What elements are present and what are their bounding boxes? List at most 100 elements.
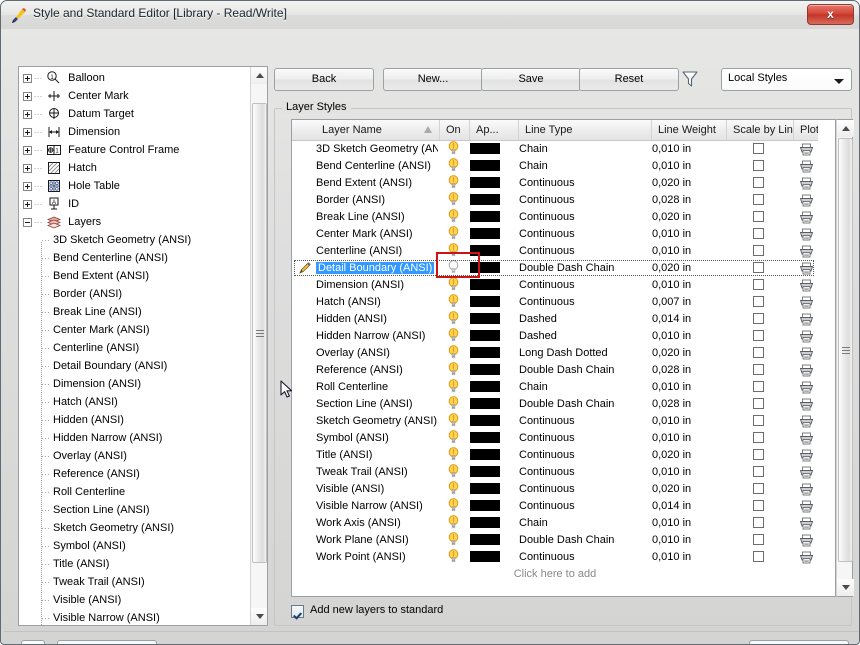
cell-plot[interactable] [794,175,818,192]
scale-by-line-checkbox[interactable] [752,193,764,205]
color-swatch[interactable] [470,550,500,562]
cell-on-toggle[interactable] [440,396,467,413]
cell-layer-name[interactable]: Hidden Narrow (ANSI) [316,328,438,345]
tree-item-layers[interactable]: ··· Layers [19,213,252,231]
cell-appearance-color[interactable] [470,243,514,260]
tree-item-visible[interactable]: ··· Visible (ANSI) [19,591,252,609]
cell-scale-by-line[interactable] [727,345,789,362]
lightbulb-on-icon[interactable] [447,447,460,462]
color-swatch[interactable] [470,159,500,171]
cell-on-toggle[interactable] [440,328,467,345]
printer-icon[interactable] [799,551,814,564]
scale-by-line-checkbox[interactable] [752,414,764,426]
printer-icon[interactable] [799,296,814,309]
grid-body[interactable]: 3D Sketch Geometry (ANSI) Chain0,010 in … [292,141,818,596]
cell-plot[interactable] [794,192,818,209]
cell-scale-by-line[interactable] [727,498,789,515]
cell-plot[interactable] [794,141,818,158]
scale-by-line-checkbox[interactable] [752,550,764,562]
cell-plot[interactable] [794,430,818,447]
cell-layer-name[interactable]: Visible (ANSI) [316,481,438,498]
table-row[interactable]: Visible Narrow (ANSI) Continuous 0,014 in [292,498,818,515]
tree-scrollbar[interactable] [250,67,267,625]
table-row[interactable]: Work Axis (ANSI) Chain 0,010 in [292,515,818,532]
cell-appearance-color[interactable] [470,362,514,379]
color-swatch[interactable] [470,244,500,256]
cell-plot[interactable] [794,362,818,379]
color-swatch[interactable] [470,261,500,273]
table-row[interactable]: 3D Sketch Geometry (ANSI) Chain 0,010 in [292,141,818,158]
cell-appearance-color[interactable] [470,430,514,447]
cell-layer-name[interactable]: Title (ANSI) [316,447,438,464]
printer-icon[interactable] [799,534,814,547]
cell-appearance-color[interactable] [470,226,514,243]
add-new-layers-checkbox[interactable] [291,605,304,618]
tree-item-hidden[interactable]: ··· Hidden (ANSI) [19,411,252,429]
scale-by-line-checkbox[interactable] [752,363,764,375]
printer-icon[interactable] [799,398,814,411]
lightbulb-on-icon[interactable] [447,294,460,309]
cell-line-type[interactable]: Continuous [519,243,649,260]
cell-plot[interactable] [794,345,818,362]
cell-layer-name[interactable]: Visible Narrow (ANSI) [316,498,438,515]
cell-plot[interactable] [794,226,818,243]
expander-icon[interactable] [23,127,32,137]
lightbulb-on-icon[interactable] [447,226,460,241]
cell-line-weight[interactable]: 0,007 in [652,294,722,311]
cell-on-toggle[interactable] [440,226,467,243]
scale-by-line-checkbox[interactable] [752,159,764,171]
click-here-to-add-row[interactable]: Click here to add [292,566,818,583]
printer-icon[interactable] [799,500,814,513]
cell-layer-name[interactable]: 3D Sketch Geometry (ANSI) [316,141,438,158]
scale-by-line-checkbox[interactable] [752,397,764,409]
cell-appearance-color[interactable] [470,141,514,158]
lightbulb-on-icon[interactable] [447,515,460,530]
cell-scale-by-line[interactable] [727,209,789,226]
cell-plot[interactable] [794,209,818,226]
lightbulb-on-icon[interactable] [447,243,460,258]
printer-icon[interactable] [799,228,814,241]
cell-scale-by-line[interactable] [727,243,789,260]
tree-item-hatch-ansi[interactable]: ··· Hatch (ANSI) [19,393,252,411]
lightbulb-on-icon[interactable] [447,158,460,173]
cell-line-type[interactable]: Continuous [519,549,649,566]
tree-item-datum-target[interactable]: ··· Datum Target [19,105,252,123]
cell-line-weight[interactable]: 0,010 in [652,413,722,430]
cell-layer-name[interactable]: Tweak Trail (ANSI) [316,464,438,481]
cell-scale-by-line[interactable] [727,447,789,464]
scale-by-line-checkbox[interactable] [752,295,764,307]
cell-on-toggle[interactable] [440,498,467,515]
lightbulb-off-icon[interactable] [447,260,460,275]
table-row[interactable]: Center Mark (ANSI) Continuous 0,010 in [292,226,818,243]
cell-layer-name[interactable]: Section Line (ANSI) [316,396,438,413]
cell-line-type[interactable]: Continuous [519,226,649,243]
cell-appearance-color[interactable] [470,158,514,175]
cell-appearance-color[interactable] [470,532,514,549]
new-button[interactable]: New... [383,68,483,91]
expander-icon[interactable] [23,145,32,155]
cell-plot[interactable] [794,498,818,515]
cell-line-type[interactable]: Chain [519,379,649,396]
style-filter-dropdown[interactable]: Local Styles [721,68,852,91]
cell-line-type[interactable]: Continuous [519,481,649,498]
cell-line-type[interactable]: Chain [519,158,649,175]
printer-icon[interactable] [799,347,814,360]
cell-appearance-color[interactable] [470,294,514,311]
tree-item-feature-control-frame[interactable]: ··· 1 Feature Control Frame [19,141,252,159]
cell-on-toggle[interactable] [440,515,467,532]
cell-scale-by-line[interactable] [727,226,789,243]
cell-plot[interactable] [794,549,818,566]
tree-item-roll-centerline[interactable]: ··· Roll Centerline [19,483,252,501]
lightbulb-on-icon[interactable] [447,141,460,156]
cell-appearance-color[interactable] [470,345,514,362]
lightbulb-on-icon[interactable] [447,209,460,224]
printer-icon[interactable] [799,483,814,496]
click-here-to-add-label[interactable]: Click here to add [292,566,818,583]
printer-icon[interactable] [799,177,814,190]
cell-line-type[interactable]: Dashed [519,328,649,345]
cell-on-toggle[interactable] [440,141,467,158]
cell-line-type[interactable]: Continuous [519,277,649,294]
color-swatch[interactable] [470,295,500,307]
table-row[interactable]: Overlay (ANSI) Long Dash Dotted 0,020 in [292,345,818,362]
table-row[interactable]: Title (ANSI) Continuous 0,020 in [292,447,818,464]
